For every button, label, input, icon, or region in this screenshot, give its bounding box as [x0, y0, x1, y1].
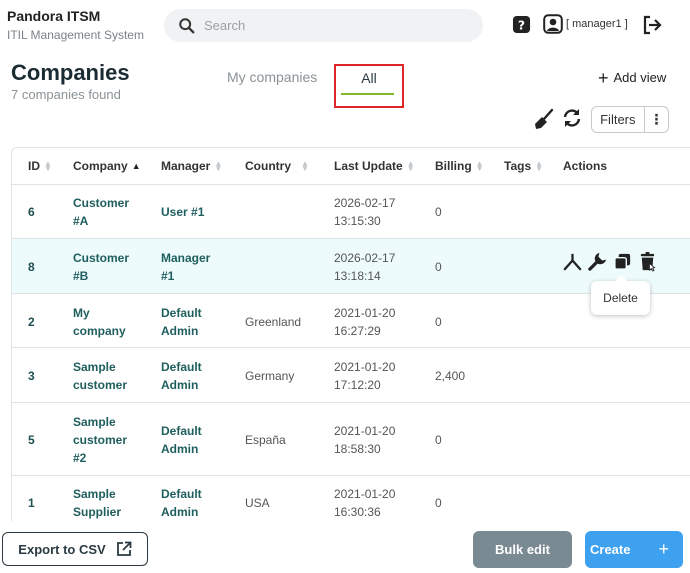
- table-row[interactable]: 8 Customer #B Manager #1 2026-02-17 13:18:1…: [12, 239, 690, 294]
- cell-id: 2: [28, 315, 35, 329]
- tab-all-label: All: [361, 70, 377, 86]
- export-csv-button[interactable]: Export to CSV: [2, 532, 148, 566]
- table-row[interactable]: 2 My company Default Admin Greenland 2021-…: [12, 294, 690, 348]
- column-header-country[interactable]: Country ▲ ▼: [245, 159, 309, 173]
- cell-company[interactable]: Sample customer: [73, 358, 153, 394]
- cell-billing: 0: [435, 260, 442, 274]
- app-subtitle: ITIL Management System: [7, 28, 144, 42]
- cell-last-update: 2021-01-20 18:58:30: [334, 424, 396, 456]
- cell-manager[interactable]: User #1: [161, 203, 241, 221]
- table-row[interactable]: 5 Sample customer #2 Default Admin España 2…: [12, 403, 690, 476]
- companies-table: ID ▲ ▼ Company ▲ Manager ▲ ▼ Country ▲ ▼ Last U…: [11, 147, 690, 521]
- table-row[interactable]: 1 Sample Supplier Default Admin USA 2021-0…: [12, 476, 690, 521]
- column-header-company[interactable]: Company ▲: [73, 159, 141, 173]
- tab-all[interactable]: All: [334, 64, 404, 108]
- cell-last-update: 2021-01-20 17:12:20: [334, 360, 396, 392]
- trash-icon[interactable]: [637, 251, 658, 272]
- filters-button[interactable]: Filters ⋮: [591, 106, 669, 133]
- cell-id: 8: [28, 260, 35, 274]
- cell-country: USA: [245, 496, 270, 510]
- cell-manager[interactable]: Manager #1: [161, 249, 241, 285]
- cell-last-update: 2021-01-20 16:27:29: [334, 306, 396, 338]
- column-header-id[interactable]: ID ▲ ▼: [28, 159, 52, 173]
- cell-id: 5: [28, 433, 35, 447]
- search-input[interactable]: [204, 18, 464, 33]
- top-bar: Pandora ITSM ITIL Management System ? [ …: [0, 0, 690, 50]
- export-csv-label: Export to CSV: [18, 541, 106, 557]
- page-title: Companies: [11, 60, 130, 85]
- cell-billing: 2,400: [435, 369, 466, 383]
- user-avatar-icon[interactable]: [543, 14, 563, 34]
- cell-company[interactable]: Sample Supplier: [73, 485, 153, 521]
- cell-billing: 0: [435, 205, 442, 219]
- add-view-button[interactable]: + Add view: [598, 67, 667, 88]
- cell-last-update: 2026-02-17 13:18:14: [334, 251, 396, 283]
- help-icon[interactable]: ?: [512, 15, 531, 34]
- cell-manager[interactable]: Default Admin: [161, 485, 241, 521]
- cell-billing: 0: [435, 433, 442, 447]
- logout-icon[interactable]: [641, 14, 663, 36]
- search-icon: [179, 17, 195, 33]
- column-header-billing[interactable]: Billing ▲ ▼: [435, 159, 484, 173]
- cell-company[interactable]: Customer #A: [73, 194, 153, 230]
- cell-manager[interactable]: Default Admin: [161, 422, 241, 458]
- refresh-icon[interactable]: [561, 107, 583, 129]
- add-view-label: Add view: [613, 70, 667, 85]
- more-options-icon[interactable]: ⋮: [645, 111, 668, 128]
- column-header-manager[interactable]: Manager ▲ ▼: [161, 159, 222, 173]
- cell-last-update: 2021-01-20 16:30:36: [334, 487, 396, 519]
- plus-icon: +: [658, 539, 669, 559]
- app-name: Pandora ITSM: [7, 8, 101, 24]
- row-actions: [562, 251, 658, 272]
- cell-country: Greenland: [245, 315, 302, 329]
- bulk-edit-button[interactable]: Bulk edit: [473, 531, 572, 568]
- external-link-icon: [116, 541, 132, 556]
- svg-text:?: ?: [518, 18, 525, 32]
- cell-billing: 0: [435, 315, 442, 329]
- results-count: 7 companies found: [11, 87, 121, 102]
- create-button[interactable]: Create +: [585, 531, 683, 568]
- column-header-last-update[interactable]: Last Update ▲ ▼: [334, 159, 415, 173]
- cell-company[interactable]: My company: [73, 304, 153, 340]
- cell-id: 1: [28, 496, 35, 510]
- wrench-icon[interactable]: [587, 251, 608, 272]
- active-tab-underline: [341, 93, 394, 95]
- search-box[interactable]: [164, 9, 483, 42]
- cell-company[interactable]: Sample customer #2: [73, 413, 153, 467]
- column-header-tags[interactable]: Tags ▲ ▼: [504, 159, 543, 173]
- create-label: Create: [590, 542, 631, 557]
- tab-my-companies[interactable]: My companies: [227, 69, 317, 85]
- cell-country: Germany: [245, 369, 295, 383]
- cell-id: 6: [28, 205, 35, 219]
- user-name[interactable]: [ manager1 ]: [566, 18, 628, 30]
- cell-company[interactable]: Customer #B: [73, 249, 153, 285]
- filters-label: Filters: [592, 107, 645, 132]
- table-row[interactable]: 6 Customer #A User #1 2026-02-17 13:15:30 …: [12, 185, 690, 239]
- clear-filters-broom-icon[interactable]: [533, 108, 555, 130]
- cell-country: España: [245, 433, 286, 447]
- footer-bar: Export to CSV Bulk edit Create +: [0, 521, 690, 573]
- table-header: ID ▲ ▼ Company ▲ Manager ▲ ▼ Country ▲ ▼ Last U…: [12, 148, 690, 185]
- plus-icon: +: [598, 67, 609, 88]
- column-header-actions: Actions: [563, 159, 608, 173]
- cell-billing: 0: [435, 496, 442, 510]
- copy-icon[interactable]: [612, 251, 633, 272]
- cell-id: 3: [28, 369, 35, 383]
- merge-icon[interactable]: [562, 251, 583, 272]
- cell-manager[interactable]: Default Admin: [161, 358, 241, 394]
- delete-tooltip: Delete: [591, 275, 650, 315]
- cell-last-update: 2026-02-17 13:15:30: [334, 196, 396, 228]
- table-row[interactable]: 3 Sample customer Default Admin Germany 20…: [12, 348, 690, 403]
- cell-manager[interactable]: Default Admin: [161, 304, 241, 340]
